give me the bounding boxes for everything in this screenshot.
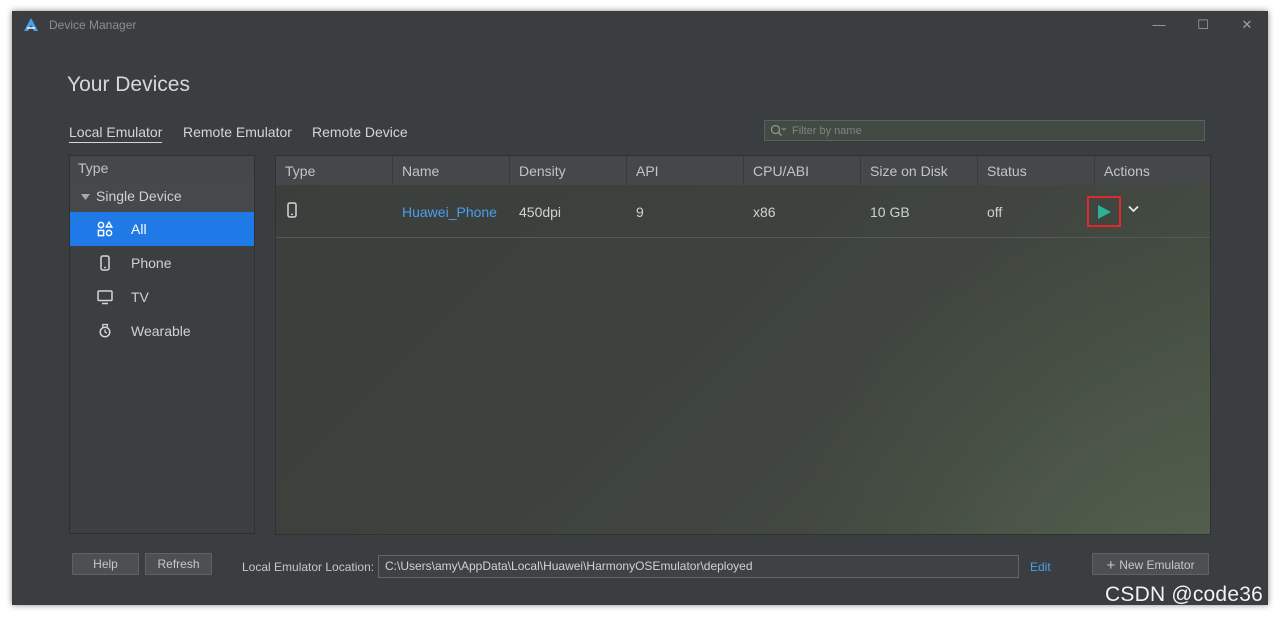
- column-header-name[interactable]: Name: [393, 156, 510, 185]
- device-cpu-abi: x86: [753, 204, 776, 220]
- device-size: 10 GB: [870, 204, 910, 220]
- plus-icon: +: [1106, 557, 1116, 574]
- help-button[interactable]: Help: [72, 553, 139, 575]
- device-density: 450dpi: [519, 204, 562, 220]
- tab-remote-emulator[interactable]: Remote Emulator: [183, 124, 292, 142]
- tab-local-emulator[interactable]: Local Emulator: [69, 124, 163, 143]
- sidebar-item-wearable[interactable]: Wearable: [70, 314, 254, 348]
- device-type-cell: [276, 185, 393, 237]
- column-header-actions[interactable]: Actions: [1095, 156, 1210, 185]
- play-icon: [1098, 205, 1111, 219]
- column-header-type[interactable]: Type: [276, 156, 393, 185]
- tv-icon: [97, 290, 113, 305]
- device-name-link[interactable]: Huawei_Phone: [393, 185, 510, 237]
- device-table: Type Name Density API CPU/ABI Size on Di…: [275, 155, 1211, 535]
- sidebar-item-label: Phone: [131, 255, 172, 271]
- close-icon[interactable]: ✕: [1236, 15, 1258, 35]
- sidebar-item-label: TV: [131, 289, 149, 305]
- column-header-density[interactable]: Density: [510, 156, 627, 185]
- table-header: Type Name Density API CPU/ABI Size on Di…: [276, 156, 1210, 185]
- filter-box[interactable]: [764, 120, 1205, 141]
- device-manager-window: Device Manager — ☐ ✕ Your Devices Local …: [12, 11, 1268, 605]
- tab-remote-device[interactable]: Remote Device: [312, 124, 408, 142]
- column-header-api[interactable]: API: [627, 156, 744, 185]
- device-status: off: [987, 204, 1003, 220]
- refresh-button[interactable]: Refresh: [145, 553, 212, 575]
- phone-icon: [287, 202, 297, 218]
- window-title: Device Manager: [49, 18, 137, 32]
- sidebar-header: Type: [70, 156, 254, 179]
- table-row[interactable]: Huawei_Phone 450dpi 9 x86 10 GB off: [276, 185, 1210, 238]
- chevron-down-icon[interactable]: [1128, 205, 1139, 213]
- column-header-status[interactable]: Status: [978, 156, 1095, 185]
- new-emulator-label: New Emulator: [1119, 558, 1195, 572]
- type-sidebar: Type Single Device All Phone TV Wearable: [69, 155, 255, 534]
- column-header-cpu-abi[interactable]: CPU/ABI: [744, 156, 861, 185]
- emulator-location-label: Local Emulator Location:: [242, 560, 375, 574]
- sidebar-item-all[interactable]: All: [70, 212, 254, 246]
- caret-down-icon: [81, 194, 90, 200]
- sidebar-group-single-device[interactable]: Single Device: [70, 179, 254, 212]
- search-icon: [770, 124, 786, 136]
- sidebar-item-label: All: [131, 221, 147, 237]
- app-logo-icon: [24, 18, 38, 31]
- phone-icon: [100, 255, 110, 271]
- watermark-text: CSDN @code36: [1105, 583, 1263, 606]
- title-bar: Device Manager — ☐ ✕: [12, 11, 1268, 39]
- sidebar-item-tv[interactable]: TV: [70, 280, 254, 314]
- column-header-size-on-disk[interactable]: Size on Disk: [861, 156, 978, 185]
- minimize-icon[interactable]: —: [1148, 15, 1170, 35]
- watch-icon: [99, 323, 111, 338]
- new-emulator-button[interactable]: + New Emulator: [1092, 553, 1209, 575]
- sidebar-item-phone[interactable]: Phone: [70, 246, 254, 280]
- page-title: Your Devices: [67, 73, 190, 96]
- edit-location-link[interactable]: Edit: [1030, 560, 1051, 574]
- sidebar-item-label: Wearable: [131, 323, 191, 339]
- sidebar-group-label: Single Device: [96, 188, 182, 204]
- emulator-location-field[interactable]: C:\Users\amy\AppData\Local\Huawei\Harmon…: [378, 555, 1019, 578]
- filter-input[interactable]: [792, 122, 1192, 139]
- all-categories-icon: [97, 221, 113, 237]
- maximize-icon[interactable]: ☐: [1192, 15, 1214, 35]
- device-api: 9: [636, 204, 644, 220]
- run-device-button[interactable]: [1087, 196, 1121, 227]
